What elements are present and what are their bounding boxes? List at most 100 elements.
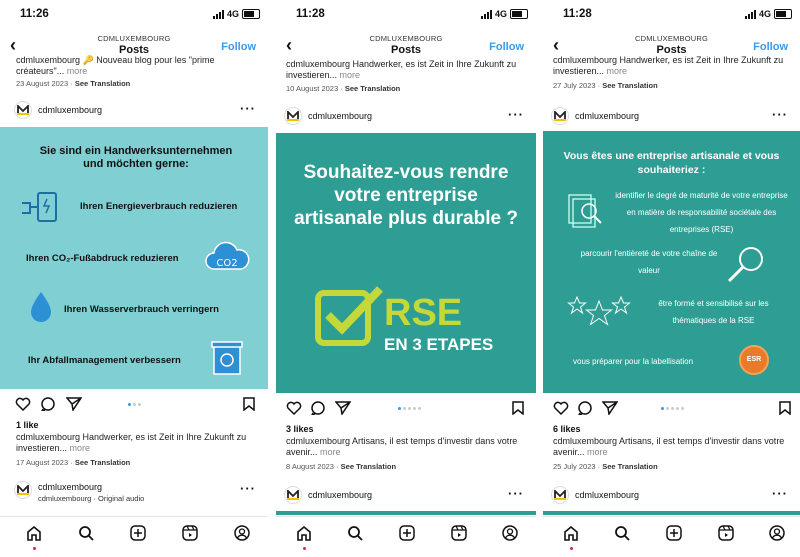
bottom-tab-bar [0, 516, 268, 557]
like-count[interactable]: 6 likes [553, 424, 581, 434]
reels-icon[interactable] [718, 525, 734, 541]
notification-dot [570, 547, 573, 550]
profile-icon[interactable] [769, 525, 785, 541]
more-options-icon[interactable]: ··· [240, 481, 256, 496]
see-translation-link[interactable]: See Translation [75, 79, 130, 88]
follow-button[interactable]: Follow [753, 41, 788, 53]
post-image[interactable]: Souhaitez-vous rendre votre entreprise a… [276, 133, 536, 393]
home-icon[interactable] [296, 525, 312, 541]
post-username[interactable]: cdmluxembourg [38, 105, 102, 115]
home-icon[interactable] [563, 525, 579, 541]
heart-icon[interactable] [553, 401, 569, 415]
share-icon[interactable] [602, 401, 618, 415]
previous-caption: cdmluxembourg Handwerker, es ist Zeit in… [286, 59, 517, 80]
reels-icon[interactable] [451, 525, 467, 541]
bookmark-icon[interactable] [243, 397, 255, 411]
previous-caption: cdmluxembourg 🔑 Nouveau blog pour les "p… [16, 55, 215, 76]
reels-icon[interactable] [182, 525, 198, 541]
create-icon[interactable] [666, 525, 682, 541]
slide-item-labelling: vous préparer pour la labellisation [573, 357, 694, 366]
more-link[interactable]: more [70, 443, 91, 453]
signal-indicator: 4G [480, 9, 528, 19]
more-link[interactable]: more [587, 447, 608, 457]
steps-label: EN 3 ETAPES [384, 335, 494, 354]
carousel-indicator [128, 403, 141, 406]
see-translation-link[interactable]: See Translation [75, 458, 130, 467]
profile-icon[interactable] [502, 525, 518, 541]
see-translation-link[interactable]: See Translation [345, 84, 400, 93]
more-options-icon[interactable]: ··· [240, 101, 256, 116]
avatar[interactable] [14, 481, 32, 499]
post-date: 23 August 2023 [16, 79, 69, 88]
share-icon[interactable] [335, 401, 351, 415]
create-icon[interactable] [399, 525, 415, 541]
avatar[interactable] [14, 101, 32, 119]
follow-button[interactable]: Follow [221, 41, 256, 53]
like-count[interactable]: 1 like [16, 420, 39, 430]
post-date: 25 July 2023 [553, 462, 596, 471]
avatar[interactable] [551, 107, 569, 125]
status-bar: 11:28 4G [276, 6, 536, 24]
post-actions [0, 397, 268, 413]
see-translation-link[interactable]: See Translation [341, 462, 396, 471]
audio-label[interactable]: cdmluxembourg · Original audio [38, 494, 144, 503]
slide-item-value-chain: parcourir l'entièreté de votre chaîne de… [580, 249, 718, 275]
avatar[interactable] [284, 107, 302, 125]
post-username[interactable]: cdmluxembourg [575, 111, 639, 121]
status-bar: 11:28 4G [543, 6, 800, 24]
more-options-icon[interactable]: ··· [508, 107, 524, 122]
status-time: 11:28 [296, 8, 325, 20]
heart-icon[interactable] [15, 397, 31, 411]
post-username[interactable]: cdmluxembourg [308, 490, 372, 500]
more-options-icon[interactable]: ··· [772, 486, 788, 501]
slide-item-training: être formé et sensibilisé sur les thémat… [658, 299, 769, 325]
post-date: 8 August 2023 [286, 462, 334, 471]
post-image[interactable]: Sie sind ein Handwerksunternehmen und mö… [0, 127, 268, 389]
profile-icon[interactable] [234, 525, 250, 541]
see-translation-link[interactable]: See Translation [602, 81, 657, 90]
post-username[interactable]: cdmluxembourg [308, 111, 372, 121]
post-actions [276, 401, 536, 417]
bookmark-icon[interactable] [512, 401, 524, 415]
create-icon[interactable] [130, 525, 146, 541]
status-time: 11:26 [20, 8, 49, 20]
avatar[interactable] [551, 486, 569, 504]
post-actions [543, 401, 800, 417]
home-icon[interactable] [26, 525, 42, 541]
search-icon[interactable] [614, 525, 630, 541]
signal-icon [480, 9, 492, 19]
post-image[interactable]: Vous êtes une entreprise artisanale et v… [543, 131, 800, 393]
rse-label: RSE [384, 292, 463, 334]
signal-indicator: 4G [744, 9, 792, 19]
document-search-icon [568, 194, 602, 228]
follow-button[interactable]: Follow [489, 41, 524, 53]
next-post-header: cdmluxembourg cdmluxembourg · Original a… [0, 481, 268, 503]
comment-icon[interactable] [40, 397, 56, 411]
more-options-icon[interactable]: ··· [508, 486, 524, 501]
search-icon[interactable] [78, 525, 94, 541]
signal-icon [212, 9, 224, 19]
slide-title: Souhaitez-vous rendre votre entreprise a… [294, 162, 518, 229]
carousel-indicator [661, 407, 684, 410]
more-options-icon[interactable]: ··· [772, 107, 788, 122]
more-link[interactable]: more [320, 447, 341, 457]
post-username[interactable]: cdmluxembourg [575, 490, 639, 500]
comment-icon[interactable] [310, 401, 326, 415]
more-link[interactable]: more [607, 66, 628, 76]
heart-icon[interactable] [286, 401, 302, 415]
search-icon[interactable] [347, 525, 363, 541]
like-count[interactable]: 3 likes [286, 424, 314, 434]
more-link[interactable]: more [67, 66, 88, 76]
share-icon[interactable] [66, 397, 82, 411]
cloud-icon: CO2 [205, 241, 250, 270]
magnifier-icon [727, 247, 763, 283]
nav-header: ‹ CDMLUXEMBOURG Posts Follow [276, 34, 536, 60]
post-caption: cdmluxembourg Artisans, il est temps d'i… [286, 436, 518, 457]
bookmark-icon[interactable] [779, 401, 791, 415]
post-username[interactable]: cdmluxembourg [38, 482, 102, 492]
bottom-tab-bar [543, 516, 800, 557]
avatar[interactable] [284, 486, 302, 504]
more-link[interactable]: more [340, 70, 361, 80]
comment-icon[interactable] [577, 401, 593, 415]
see-translation-link[interactable]: See Translation [602, 462, 657, 471]
